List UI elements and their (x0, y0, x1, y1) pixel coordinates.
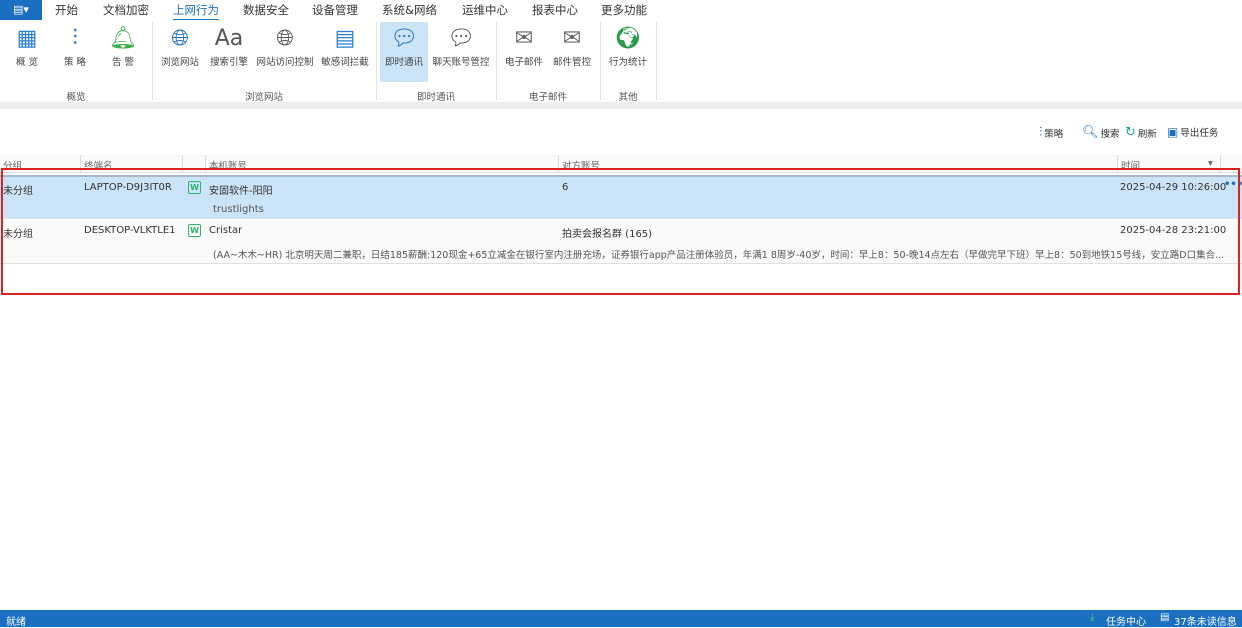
sliders-icon: ⫶ (1039, 125, 1043, 140)
tab-device-mgmt[interactable]: 设备管理 (312, 2, 358, 18)
ribbon: ▦ 概 览 ⫶ 策 略 🔔︎ 告 警 概览 🌐︎ 浏览网站 Aa 搜索引擎 🌐︎ 网站访问控… (0, 20, 1242, 103)
divider (656, 22, 657, 100)
ribbon-browse-button[interactable]: 🌐︎ 浏览网站 (158, 22, 202, 82)
window-shield-icon: ▤ (334, 25, 356, 51)
divider (0, 102, 1242, 109)
chat-user-icon: 💬︎ (447, 25, 475, 51)
tab-data-security[interactable]: 数据安全 (243, 2, 289, 18)
group-label-email: 电子邮件 (528, 92, 567, 103)
grid-icon: ▦ (16, 25, 38, 51)
tab-ops-center[interactable]: 运维中心 (462, 2, 508, 18)
globe-stats-icon: 🌍︎ (614, 25, 642, 51)
envelope-shield-icon: ✉ (562, 25, 582, 51)
policy-button[interactable]: ⫶ 策略 (1039, 125, 1063, 140)
ribbon-stats-button[interactable]: 🌍︎ 行为统计 (606, 22, 650, 82)
export-icon: ▣ (1167, 125, 1179, 139)
ribbon-email-control-button[interactable]: ✉ 邮件管控 (550, 22, 594, 82)
group-label-im: 即时通讯 (416, 92, 455, 103)
export-task-button[interactable]: ▣ 导出任务 (1167, 125, 1218, 139)
search-icon: 🔍︎ (1082, 125, 1099, 140)
bell-icon: 🔔︎ (109, 25, 137, 51)
ribbon-overview-button[interactable]: ▦ 概 览 (6, 22, 48, 82)
ribbon-search-engine-button[interactable]: Aa 搜索引擎 (207, 22, 251, 82)
app-menu-button[interactable]: ▤▾ (0, 0, 42, 20)
group-label-browse: 浏览网站 (244, 92, 283, 103)
ribbon-site-access-button[interactable]: 🌐︎ 网站访问控制 (255, 22, 315, 82)
ribbon-alert-button[interactable]: 🔔︎ 告 警 (102, 22, 144, 82)
sliders-icon: ⫶ (72, 25, 78, 51)
globe-icon: 🌐︎ (171, 25, 189, 51)
group-label-other: 其他 (618, 92, 638, 103)
search-button[interactable]: 🔍︎ 搜索 (1082, 125, 1120, 140)
status-text: 就绪 (6, 617, 26, 628)
status-bar: 就绪 ⤓ 任务中心 ▤ 37条未读信息 (0, 610, 1242, 628)
highlight-box (1, 168, 1240, 295)
document-menu-icon: ▤▾ (13, 3, 29, 16)
ribbon-policy-button[interactable]: ⫶ 策 略 (54, 22, 96, 82)
envelope-icon: ✉ (514, 25, 534, 51)
ribbon-sensitive-word-button[interactable]: ▤ 敏感词拦截 (319, 22, 371, 82)
ribbon-im-button[interactable]: 💬︎ 即时通讯 (380, 22, 428, 82)
message-icon: ▤ (1160, 612, 1170, 623)
ribbon-chat-account-button[interactable]: 💬︎ 聊天账号管控 (430, 22, 492, 82)
task-center-link[interactable]: 任务中心 (1106, 613, 1146, 628)
globe-check-icon: 🌐︎ (276, 25, 294, 51)
font-aa-icon: Aa (214, 25, 244, 51)
tab-internet-behavior[interactable]: 上网行为 (173, 2, 219, 21)
tab-system-network[interactable]: 系统&网络 (382, 2, 437, 18)
refresh-icon: ↻ (1125, 125, 1136, 140)
chat-icon: 💬︎ (390, 25, 418, 51)
refresh-button[interactable]: ↻ 刷新 (1125, 125, 1157, 140)
unread-messages-link[interactable]: 37条未读信息 (1174, 613, 1237, 628)
group-label-overview: 概览 (66, 92, 86, 103)
tab-doc-encrypt[interactable]: 文档加密 (103, 2, 149, 18)
tab-start[interactable]: 开始 (55, 2, 78, 18)
ribbon-email-button[interactable]: ✉ 电子邮件 (502, 22, 546, 82)
download-icon: ⤓ (1090, 612, 1095, 623)
tab-report-center[interactable]: 报表中心 (532, 2, 578, 18)
menu-bar: ▤▾ 开始 文档加密 上网行为 数据安全 设备管理 系统&网络 运维中心 报表中… (0, 0, 1242, 21)
tab-more[interactable]: 更多功能 (601, 2, 647, 18)
